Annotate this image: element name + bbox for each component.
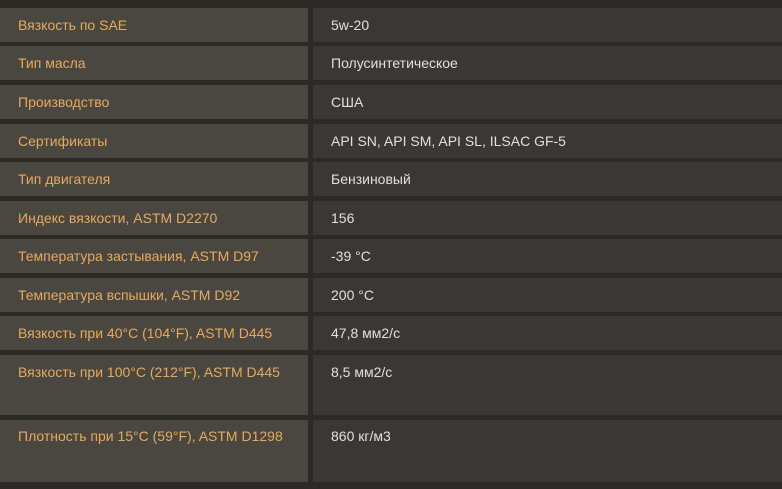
spec-value: 156 [313, 201, 782, 235]
spec-value: 200 °С [313, 278, 782, 312]
spec-value: 5w-20 [313, 8, 782, 42]
spec-row: Температура застывания, ASTM D97 -39 °С [0, 239, 782, 273]
spec-row: Плотность при 15°C (59°F), ASTM D1298 86… [0, 420, 782, 482]
spec-label: Плотность при 15°C (59°F), ASTM D1298 [0, 420, 308, 482]
spec-row: Температура вспышки, ASTM D92 200 °С [0, 278, 782, 312]
spec-label: Тип двигателя [0, 162, 308, 196]
spec-value: США [313, 85, 782, 119]
spec-label: Индекс вязкости, ASTM D2270 [0, 201, 308, 235]
spec-row: Вязкость при 40°C (104°F), ASTM D445 47,… [0, 316, 782, 350]
spec-row: Тип масла Полусинтетическое [0, 46, 782, 80]
spec-row: Вязкость по SAE 5w-20 [0, 8, 782, 42]
spec-value: -39 °С [313, 239, 782, 273]
spec-row: Вязкость при 100°C (212°F), ASTM D445 8,… [0, 355, 782, 415]
spec-row: Тип двигателя Бензиновый [0, 162, 782, 196]
spec-row: Производство США [0, 85, 782, 119]
spec-value: API SN, API SM, API SL, ILSAC GF-5 [313, 124, 782, 158]
spec-label: Температура вспышки, ASTM D92 [0, 278, 308, 312]
spec-table: Вязкость по SAE 5w-20 Тип масла Полусинт… [0, 0, 782, 489]
spec-label: Сертификаты [0, 124, 308, 158]
spec-value: Полусинтетическое [313, 46, 782, 80]
spec-label: Вязкость по SAE [0, 8, 308, 42]
spec-row: Сертификаты API SN, API SM, API SL, ILSA… [0, 124, 782, 158]
spec-value: 8,5 мм2/с [313, 355, 782, 415]
spec-label: Вязкость при 40°C (104°F), ASTM D445 [0, 316, 308, 350]
spec-value: Бензиновый [313, 162, 782, 196]
spec-value: 860 кг/м3 [313, 420, 782, 482]
spec-label: Вязкость при 100°C (212°F), ASTM D445 [0, 355, 308, 415]
spec-value: 47,8 мм2/с [313, 316, 782, 350]
spec-label: Тип масла [0, 46, 308, 80]
spec-label: Производство [0, 85, 308, 119]
spec-row: Индекс вязкости, ASTM D2270 156 [0, 201, 782, 235]
spec-label: Температура застывания, ASTM D97 [0, 239, 308, 273]
